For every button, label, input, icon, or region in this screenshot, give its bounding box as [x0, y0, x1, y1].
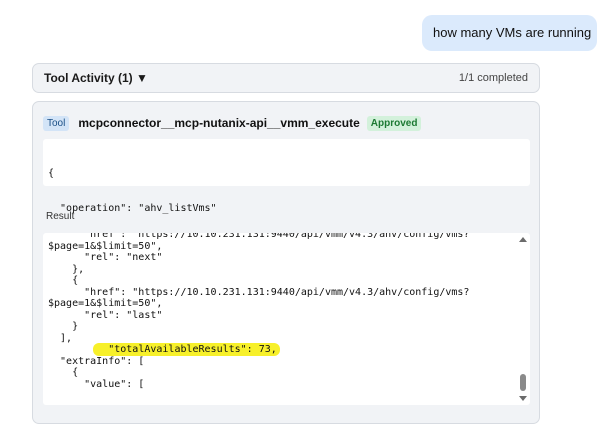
tool-input-box: { "operation": "ahv_listVms" } [43, 139, 530, 248]
total-results-highlight: "totalAvailableResults": 73, [93, 343, 280, 356]
result-output-line: "value": [ [48, 378, 145, 390]
scroll-up-arrow-icon[interactable] [519, 237, 527, 242]
tool-call-panel: Tool mcpconnector__mcp-nutanix-api__vmm_… [32, 101, 540, 424]
result-output-line: "href": "https://10.10.231.131:9440/api/… [48, 286, 470, 298]
result-output-line: "rel": "next" [48, 252, 163, 263]
result-label: Result [46, 211, 75, 222]
user-message-bubble: how many VMs are running [422, 15, 597, 51]
tool-name: mcpconnector__mcp-nutanix-api__vmm_execu… [78, 116, 360, 130]
result-output-line: { [48, 367, 79, 378]
tool-activity-title[interactable]: Tool Activity (1) ▼ [44, 64, 148, 92]
tool-input-line: "operation": "ahv_listVms" [48, 202, 217, 214]
result-output-line: "extraInfo": [ [48, 355, 145, 367]
approved-badge: Approved [366, 115, 422, 131]
result-output-line: } [48, 321, 79, 332]
result-output-line: "href": "https://10.10.231.131:9440/api/… [48, 233, 470, 240]
tool-activity-status: 1/1 completed [458, 72, 528, 84]
scroll-thumb[interactable] [520, 374, 526, 391]
tool-input-line: { [48, 168, 55, 179]
tool-activity-header[interactable]: Tool Activity (1) ▼ 1/1 completed [32, 63, 540, 93]
result-output-line: "totalAvailableResults": 73, [48, 343, 469, 356]
result-output-line: { [48, 275, 79, 286]
chat-screen: how many VMs are running Tool Activity (… [0, 0, 602, 436]
result-output-line: $page=1&$limit=50", [48, 298, 163, 309]
result-line-indent [48, 344, 96, 355]
result-scrollbar[interactable] [516, 233, 530, 405]
result-output-line: $page=1&$limit=50", [48, 240, 163, 252]
tool-tag: Tool [43, 115, 70, 131]
result-output-line: }, [48, 263, 85, 275]
result-output-box[interactable]: "href": "https://10.10.231.131:9440/api/… [43, 233, 530, 405]
result-output-line: "rel": "last" [48, 309, 163, 321]
scroll-down-arrow-icon[interactable] [519, 396, 527, 401]
user-message-text: how many VMs are running [433, 25, 592, 40]
result-output-text: "href": "https://10.10.231.131:9440/api/… [48, 233, 469, 390]
tool-call-row: Tool mcpconnector__mcp-nutanix-api__vmm_… [43, 114, 422, 132]
